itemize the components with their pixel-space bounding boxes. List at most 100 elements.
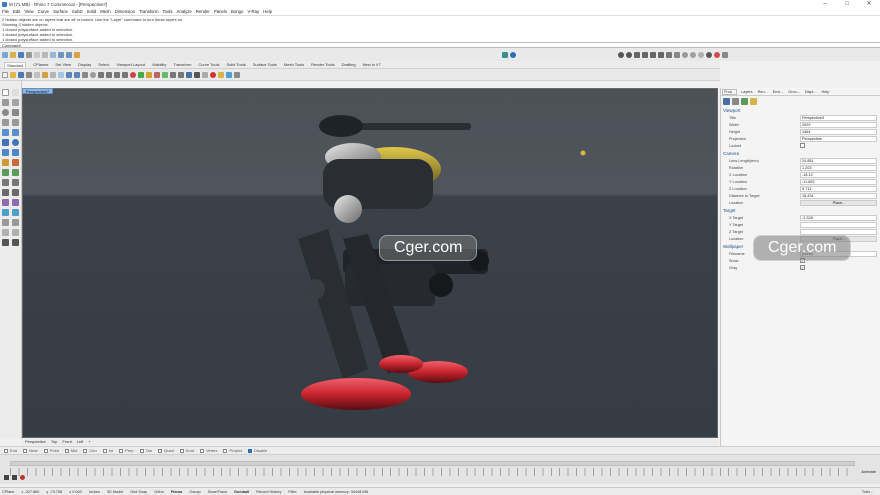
arc-icon[interactable]	[12, 109, 19, 116]
tab-left[interactable]: Left	[77, 439, 84, 444]
ghosted-icon[interactable]	[706, 51, 712, 58]
open-folder-icon[interactable]	[10, 51, 16, 58]
osnap-vertex[interactable]: Vertex	[200, 448, 217, 453]
loft-icon[interactable]	[12, 129, 19, 136]
zoom-extents-icon[interactable]	[114, 71, 120, 78]
materials-icon[interactable]	[218, 71, 224, 78]
zoom-icon[interactable]	[634, 51, 640, 58]
zoom-window-icon[interactable]	[650, 51, 656, 58]
array-icon[interactable]	[2, 219, 9, 226]
menu-analyze[interactable]: Analyze	[176, 9, 191, 14]
fillet-icon[interactable]	[2, 229, 9, 236]
osnap-disable[interactable]: Disable	[247, 448, 267, 453]
ortho-toggle[interactable]: Ortho	[154, 490, 164, 494]
tab-solid-tools[interactable]: Solid Tools	[226, 62, 245, 67]
sphere-icon[interactable]	[12, 139, 19, 146]
y-target-field[interactable]	[800, 221, 877, 228]
gumball-icon[interactable]	[502, 51, 508, 58]
stop-icon[interactable]	[12, 475, 17, 480]
offset-icon[interactable]	[12, 229, 19, 236]
zoom-extents-icon[interactable]	[642, 51, 648, 58]
lens-length-field[interactable]: 24.851	[800, 157, 877, 164]
tab-properties[interactable]: Prop...	[722, 88, 738, 95]
tab-add-view[interactable]: +	[88, 439, 90, 444]
play-icon[interactable]	[4, 475, 9, 480]
redo-icon[interactable]	[74, 71, 80, 78]
grid-snap-toggle[interactable]: Grid Snap	[130, 490, 147, 494]
tab-mesh-tools[interactable]: Mesh Tools	[284, 62, 304, 67]
menu-help[interactable]: Help	[263, 9, 272, 14]
command-history[interactable]: 2 hidden objects are on layers that are …	[0, 15, 880, 42]
copy-icon[interactable]	[50, 71, 56, 78]
locked-checkbox[interactable]	[800, 143, 805, 148]
copy-object-icon[interactable]	[12, 179, 19, 186]
join-icon[interactable]	[2, 209, 9, 216]
tab-curve-tools[interactable]: Curve Tools	[198, 62, 219, 67]
menu-solid[interactable]: Solid	[87, 9, 97, 14]
rotate-view-icon[interactable]	[618, 51, 624, 58]
extrude-icon[interactable]	[2, 149, 9, 156]
viewport-title-field[interactable]: Perspective3	[800, 114, 877, 121]
tab-display[interactable]: Displ...	[804, 90, 818, 94]
record-history-toggle[interactable]: Record History	[256, 490, 281, 494]
osnap-end[interactable]: End	[4, 448, 17, 453]
current-layer[interactable]: 3D Model	[107, 490, 123, 494]
record-icon[interactable]	[20, 475, 25, 480]
tab-layers[interactable]: Layers	[740, 90, 753, 94]
rectangle-icon[interactable]	[2, 119, 9, 126]
boolean-icon[interactable]	[12, 149, 19, 156]
menu-panels[interactable]: Panels	[214, 9, 227, 14]
decal-icon[interactable]	[741, 97, 748, 105]
import-icon[interactable]	[34, 71, 40, 78]
cut-icon[interactable]	[34, 51, 40, 58]
surface-icon[interactable]	[2, 129, 9, 136]
tab-set-view[interactable]: Set View	[55, 62, 71, 67]
shaded-mode-icon[interactable]	[674, 51, 680, 58]
tab-perspective[interactable]: Perspective	[25, 439, 46, 444]
menu-bongo[interactable]: Bongo	[231, 9, 243, 14]
analyze-icon[interactable]	[2, 239, 9, 246]
perspective-viewport[interactable]	[22, 88, 718, 438]
render-icon[interactable]	[210, 71, 216, 78]
maximize-icon[interactable]: □	[836, 0, 858, 8]
save-icon[interactable]	[18, 71, 24, 78]
minimize-icon[interactable]: –	[814, 0, 836, 8]
tab-select[interactable]: Select	[98, 62, 109, 67]
tab-groundplane[interactable]: Grou...	[787, 90, 801, 94]
scale-icon[interactable]	[12, 189, 19, 196]
unlock-icon[interactable]	[178, 71, 184, 78]
cut-icon[interactable]	[42, 71, 48, 78]
box-icon[interactable]	[2, 139, 9, 146]
options-icon[interactable]	[226, 71, 232, 78]
grid-icon[interactable]	[74, 51, 80, 58]
polygon-icon[interactable]	[12, 119, 19, 126]
planar-toggle[interactable]: Planar	[171, 490, 183, 494]
four-view-icon[interactable]	[666, 51, 672, 58]
undo-icon[interactable]	[66, 71, 72, 78]
copy-icon[interactable]	[42, 51, 48, 58]
close-icon[interactable]: ✕	[858, 0, 880, 8]
curve-icon[interactable]	[12, 99, 19, 106]
rotation-field[interactable]: 1.203	[800, 164, 877, 171]
text-icon[interactable]	[12, 169, 19, 176]
undo-icon[interactable]	[58, 51, 64, 58]
viewport-title-tab[interactable]: Perspective7	[22, 88, 54, 94]
tab-viewport-layout[interactable]: Viewport Layout	[116, 62, 145, 67]
render-icon[interactable]	[714, 51, 720, 58]
units[interactable]: Inches	[89, 490, 100, 494]
osnap-mid[interactable]: Mid	[64, 448, 77, 453]
menu-subd[interactable]: SubD	[72, 9, 83, 14]
move-icon[interactable]	[2, 179, 9, 186]
menu-file[interactable]: File	[2, 9, 9, 14]
print-icon[interactable]	[26, 71, 32, 78]
tab-transform[interactable]: Transform	[173, 62, 191, 67]
undo-view-icon[interactable]	[130, 71, 136, 78]
open-icon[interactable]	[10, 71, 16, 78]
properties-icon[interactable]	[194, 71, 200, 78]
explode-icon[interactable]	[12, 209, 19, 216]
gumball-toggle[interactable]: Gumball	[234, 490, 249, 494]
material-sphere-icon[interactable]	[690, 51, 696, 58]
cplane-indicator[interactable]: CPlane	[2, 490, 14, 494]
render-sphere-icon[interactable]	[682, 51, 688, 58]
help-icon[interactable]	[510, 51, 516, 58]
